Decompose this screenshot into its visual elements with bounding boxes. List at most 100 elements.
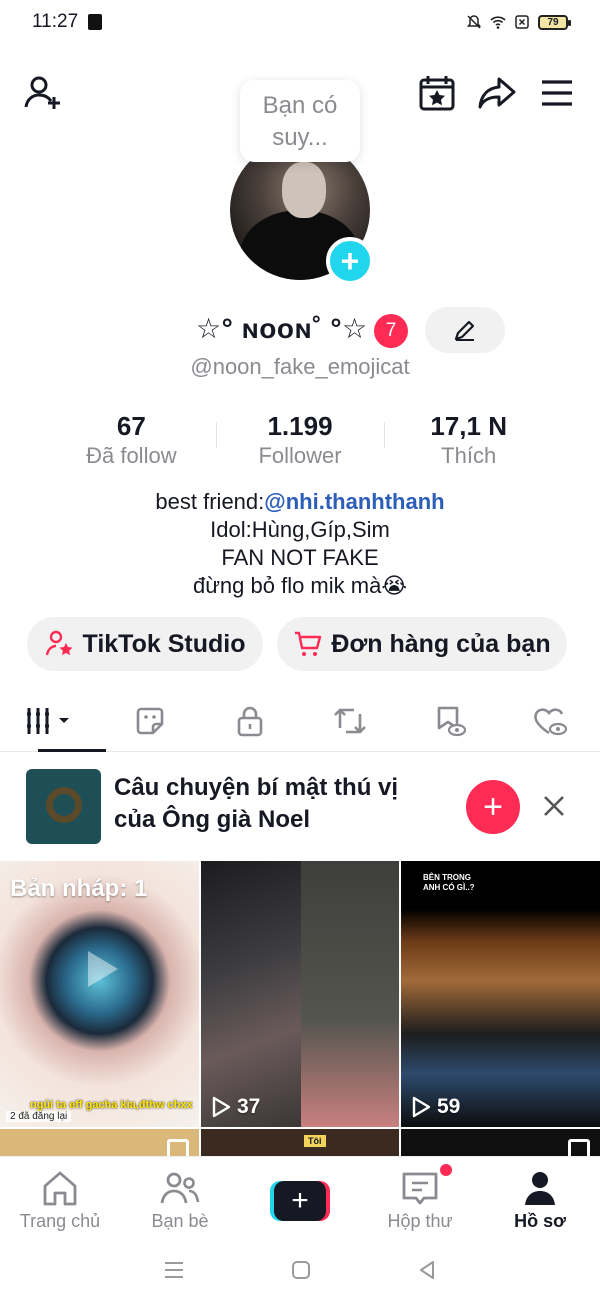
videos-grid-icon [27, 707, 69, 734]
user-star-icon [45, 630, 73, 656]
heart-hidden-icon [534, 707, 568, 735]
cart-icon [295, 631, 322, 656]
stat-label: Follower [258, 443, 342, 468]
battery-indicator: 79 [538, 14, 571, 30]
share-icon [478, 77, 516, 109]
nav-label: Hồ sơ [514, 1211, 566, 1231]
promo-banner[interactable]: Câu chuyện bí mật thú vị của Ông già Noe… [0, 760, 600, 856]
hamburger-menu-icon [542, 80, 572, 106]
nav-label: Bạn bè [151, 1211, 209, 1231]
stat-value: 67 [116, 411, 146, 441]
tab-saved[interactable] [400, 690, 500, 751]
profile-bio: best friend:@nhi.thanhthanh Idol:Hùng,Gí… [0, 488, 600, 600]
wreath-image [46, 787, 82, 823]
bio-line: đừng bỏ flo mik mà😭 [192, 573, 408, 598]
bio-mention-link[interactable]: @nhi.thanhthanh [264, 489, 444, 514]
video-tile[interactable]: Tôi [201, 1129, 399, 1159]
draft-label: Bản nháp: 1 [10, 875, 148, 902]
draft-caption: ngủi ta eff gacha kìa,đthw chxx [30, 1099, 193, 1111]
add-user-icon [24, 76, 60, 109]
plus-icon: + [274, 1181, 326, 1221]
status-time: 11:27 [32, 11, 79, 32]
create-button[interactable]: + [270, 1181, 330, 1221]
promo-add-button[interactable]: + [466, 780, 520, 834]
view-count: 59 [411, 1095, 460, 1119]
favorites-calendar-button[interactable] [414, 70, 460, 116]
draft-video-tile[interactable]: Bản nháp: 1 ngủi ta eff gacha kìa,đthw c… [0, 861, 199, 1127]
status-bar: 11:27 79 [0, 0, 600, 44]
video-thumbnail-part [301, 861, 399, 1127]
profile-stats: 67 Đã follow 1.199 Follower 17,1 N Thích [47, 410, 553, 472]
view-count: 37 [211, 1095, 260, 1119]
nav-label: Hộp thư [387, 1211, 453, 1231]
tab-stickers[interactable] [100, 690, 200, 751]
orders-label: Đơn hàng của bạn [331, 629, 551, 658]
friends-icon [160, 1172, 200, 1204]
system-navigation [0, 1240, 600, 1300]
share-profile-button[interactable] [474, 70, 520, 116]
bio-line: Idol:Hùng,Gíp,Sim [210, 517, 390, 542]
notification-badge[interactable]: 7 [374, 314, 408, 348]
home-icon [43, 1171, 77, 1206]
edit-profile-button[interactable] [425, 307, 505, 353]
content-tabs [0, 690, 600, 752]
tab-private[interactable] [200, 690, 300, 751]
nav-home[interactable]: Trang chủ [0, 1157, 120, 1240]
calendar-star-icon [419, 76, 455, 111]
stat-following[interactable]: 67 Đã follow [47, 410, 216, 472]
video-overlay-text: BÊN TRONG ANH CÓ GÌ..? [423, 873, 475, 892]
promo-text: Câu chuyện bí mật thú vị của Ông già Noe… [114, 774, 399, 833]
nav-inbox[interactable]: Hộp thư [360, 1157, 480, 1240]
add-friend-button[interactable] [20, 70, 66, 116]
orders-button[interactable]: Đơn hàng của bạn [277, 617, 567, 671]
bio-line: best friend:@nhi.thanhthanh [0, 488, 600, 516]
stat-label: Đã follow [86, 443, 177, 468]
add-story-button[interactable]: + [326, 237, 374, 285]
tiktok-studio-button[interactable]: TikTok Studio [27, 617, 263, 671]
play-icon [88, 951, 118, 987]
stat-label: Thích [441, 443, 497, 468]
nav-friends[interactable]: Bạn bè [120, 1157, 240, 1240]
menu-button[interactable] [534, 70, 580, 116]
tiktok-studio-label: TikTok Studio [82, 629, 246, 658]
profile-actions: TikTok Studio Đơn hàng của bạn [27, 617, 567, 671]
video-tile[interactable]: 37 [201, 861, 399, 1127]
pencil-icon [454, 320, 475, 341]
name-row: ☆° ɴᴏᴏɴ˚ °☆ [0, 308, 600, 354]
repost-icon [334, 708, 366, 733]
username-handle: @noon_fake_emojicat [190, 354, 410, 379]
profile-icon [525, 1172, 555, 1205]
bottom-navigation: Trang chủ Bạn bè + Hộp thư Hồ sơ [0, 1156, 600, 1240]
video-tile[interactable]: BÊN TRONG ANH CÓ GÌ..? 59 [401, 861, 600, 1127]
nav-profile[interactable]: Hồ sơ [480, 1157, 600, 1240]
tab-videos[interactable] [0, 690, 106, 752]
mute-icon [467, 15, 481, 29]
lock-icon [237, 706, 263, 736]
sticker-icon [136, 707, 164, 734]
bio-prefix: best friend: [155, 489, 265, 514]
view-count-value: 59 [437, 1095, 461, 1118]
close-icon[interactable] [540, 792, 568, 820]
bio-line: FAN NOT FAKE [221, 545, 379, 570]
view-count-value: 37 [237, 1095, 261, 1118]
stat-value: 17,1 N [430, 411, 507, 441]
tab-reposts[interactable] [300, 690, 400, 751]
thoughts-bubble[interactable]: Bạn có suy... [240, 80, 360, 162]
tab-liked[interactable] [500, 690, 600, 751]
recent-apps-icon[interactable] [162, 1259, 186, 1281]
wifi-icon [490, 16, 506, 29]
play-outline-icon [212, 1096, 231, 1118]
photo-tile[interactable] [401, 1129, 600, 1159]
home-system-icon[interactable] [290, 1259, 312, 1281]
inbox-unread-dot [440, 1164, 452, 1176]
stat-likes[interactable]: 17,1 N Thích [384, 410, 553, 472]
stat-value: 1.199 [267, 411, 333, 441]
video-overlay-text: Tôi [304, 1135, 326, 1147]
inbox-icon [402, 1172, 438, 1205]
back-icon[interactable] [416, 1259, 438, 1281]
photo-tile[interactable] [0, 1129, 199, 1159]
stat-followers[interactable]: 1.199 Follower [215, 410, 385, 472]
shop-notification-icon [88, 14, 103, 30]
nav-create[interactable]: + [240, 1157, 360, 1240]
promo-thumbnail [26, 769, 101, 844]
